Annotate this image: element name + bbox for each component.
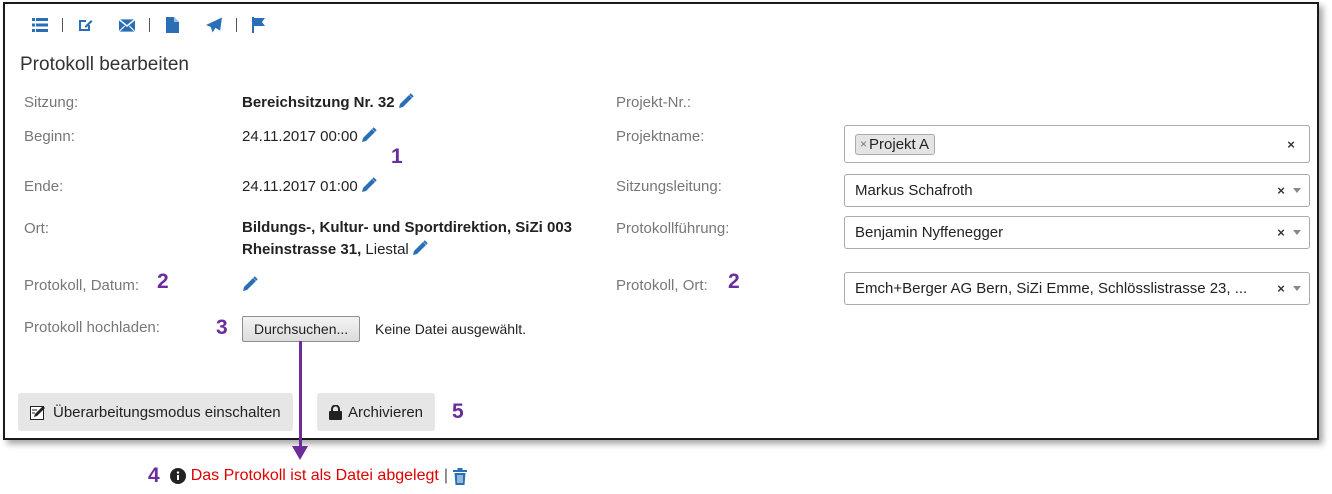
beginn-value: 24.11.2017 00:00 (242, 126, 377, 150)
revision-mode-button[interactable]: Überarbeitungsmodus einschalten (18, 393, 293, 431)
sitzung-label: Sitzung: (24, 94, 79, 111)
protokoll-ort-value: Emch+Berger AG Bern, SiZi Emme, Schlössl… (855, 280, 1248, 297)
protokoll-datum-label: Protokoll, Datum: (24, 277, 140, 294)
archive-label: Archivieren (348, 403, 424, 421)
file-icon[interactable] (164, 17, 180, 33)
annotation-arrow-head (292, 446, 308, 460)
info-icon (169, 468, 186, 484)
toolbar-divider (236, 18, 237, 32)
beginn-label: Beginn: (24, 128, 75, 145)
annotation-arrow (299, 341, 302, 447)
pencil-icon[interactable] (361, 177, 377, 200)
annotation-number: 5 (452, 400, 464, 423)
send-icon[interactable] (206, 17, 222, 33)
protokoll-ort-select[interactable]: Emch+Berger AG Bern, SiZi Emme, Schlössl… (844, 272, 1310, 305)
sitzung-value: Bereichsitzung Nr. 32 (242, 92, 414, 116)
ort-line2-city: Liestal (361, 241, 409, 258)
pencil-icon[interactable] (398, 93, 414, 116)
revision-mode-label: Überarbeitungsmodus einschalten (53, 403, 281, 421)
clear-icon[interactable]: × (1273, 183, 1289, 198)
sitzungsleitung-select[interactable]: Markus Schafroth × (844, 174, 1310, 207)
edit-icon[interactable] (77, 17, 93, 33)
sitzungsleitung-value: Markus Schafroth (855, 182, 973, 199)
pencil-icon[interactable] (412, 240, 428, 263)
sitzung-text: Bereichsitzung Nr. 32 (242, 94, 395, 111)
ort-value: Bildungs-, Kultur- und Sportdirektion, S… (242, 217, 572, 263)
projektname-select[interactable]: × Projekt A × (844, 125, 1310, 163)
project-tag-label: Projekt A (869, 135, 930, 153)
protocol-edit-panel: Protokoll bearbeiten Sitzung: Bereichsit… (3, 2, 1319, 440)
protokollfuehrung-select[interactable]: Benjamin Nyffenegger × (844, 216, 1310, 249)
separator: | (443, 467, 448, 484)
annotation-number: 4 (148, 464, 160, 487)
protokollfuehrung-value: Benjamin Nyffenegger (855, 224, 1004, 241)
archive-button[interactable]: Archivieren (317, 393, 436, 431)
project-tag: × Projekt A (855, 133, 936, 155)
annotation-number: 1 (391, 145, 403, 168)
chevron-down-icon[interactable] (1293, 230, 1301, 235)
flag-icon[interactable] (251, 17, 267, 33)
beginn-text: 24.11.2017 00:00 (242, 128, 358, 145)
file-status-line: 4 Das Protokoll ist als Datei abgelegt | (148, 464, 467, 488)
protokoll-ort-label: Protokoll, Ort: (616, 277, 708, 294)
projektname-selection: × Projekt A (855, 133, 1283, 155)
lock-icon (329, 404, 342, 420)
protokollfuehrung-label: Protokollführung: (616, 220, 730, 237)
annotation-number: 2 (157, 270, 169, 293)
projektname-label: Projektname: (616, 128, 705, 145)
trash-icon[interactable] (452, 467, 467, 485)
envelope-icon[interactable] (119, 17, 135, 33)
pencil-icon[interactable] (242, 276, 258, 297)
ort-line2-street: Rheinstrasse 31, (242, 241, 362, 258)
chevron-down-icon[interactable] (1293, 188, 1301, 193)
annotation-number: 2 (728, 270, 740, 293)
protokoll-hochladen-label: Protokoll hochladen: (24, 319, 160, 336)
edit-document-icon (30, 405, 45, 420)
projekt-nr-label: Projekt-Nr.: (616, 94, 692, 111)
ende-text: 24.11.2017 01:00 (242, 178, 358, 195)
chevron-down-icon[interactable] (1293, 286, 1301, 291)
annotation-number: 3 (216, 316, 228, 339)
tag-remove-icon[interactable]: × (860, 137, 867, 151)
file-status-text: Keine Datei ausgewählt. (375, 321, 526, 337)
file-stored-message: Das Protokoll ist als Datei abgelegt (190, 467, 439, 484)
toolbar (32, 16, 267, 34)
clear-icon[interactable]: × (1273, 225, 1289, 240)
toolbar-divider (62, 18, 63, 32)
ende-label: Ende: (24, 178, 64, 195)
pencil-icon[interactable] (361, 127, 377, 150)
browse-file-button[interactable]: Durchsuchen... (242, 316, 361, 342)
ort-label: Ort: (24, 220, 49, 237)
sitzungsleitung-label: Sitzungsleitung: (616, 178, 722, 195)
clear-icon[interactable]: × (1283, 137, 1299, 152)
list-icon[interactable] (32, 17, 48, 33)
clear-icon[interactable]: × (1273, 281, 1289, 296)
toolbar-divider (149, 18, 150, 32)
ort-line1: Bildungs-, Kultur- und Sportdirektion, S… (242, 219, 572, 236)
ende-value: 24.11.2017 01:00 (242, 176, 377, 200)
page-title: Protokoll bearbeiten (20, 54, 189, 75)
